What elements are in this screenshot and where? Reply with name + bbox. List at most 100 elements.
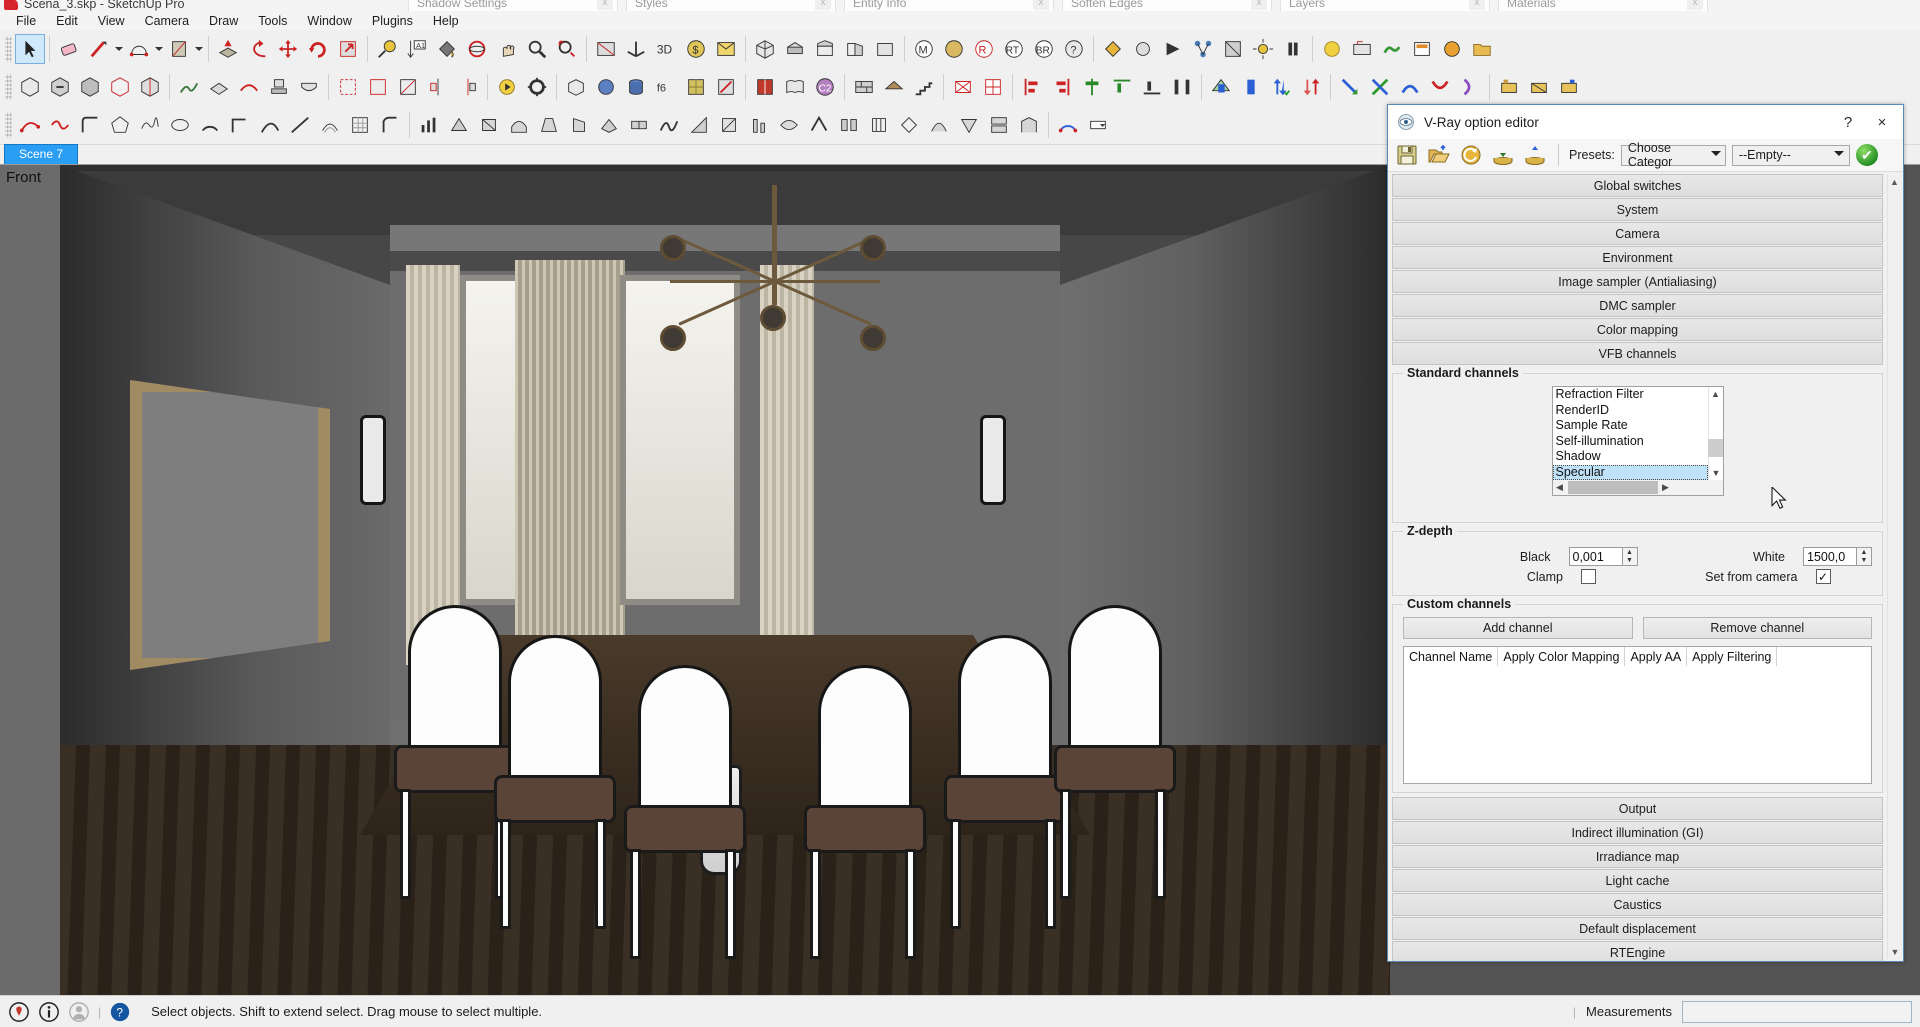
book-library[interactable] xyxy=(750,72,780,102)
sandbox-from-contours[interactable] xyxy=(174,72,204,102)
help-tool[interactable]: ? xyxy=(1059,34,1089,64)
style-shaded[interactable] xyxy=(939,34,969,64)
component-mirror[interactable] xyxy=(453,72,483,102)
tool-section-plane[interactable] xyxy=(591,34,621,64)
texture-remove[interactable] xyxy=(711,72,741,102)
black-input[interactable] xyxy=(1569,547,1622,566)
spinner-up-icon[interactable]: ▲ xyxy=(1857,548,1871,557)
spinner-down-icon[interactable]: ▼ xyxy=(1857,557,1871,566)
chart-bars[interactable] xyxy=(414,110,444,140)
vray-grid-red[interactable] xyxy=(978,72,1008,102)
solid-subtract[interactable] xyxy=(45,72,75,102)
account-icon[interactable] xyxy=(68,1001,90,1023)
tool-rotate[interactable] xyxy=(303,34,333,64)
tool-zoom-extents[interactable] xyxy=(552,34,582,64)
rollup-environment[interactable]: Environment xyxy=(1392,246,1883,269)
info-icon[interactable] xyxy=(38,1001,60,1023)
rollup-camera[interactable]: Camera xyxy=(1392,222,1883,245)
style-render[interactable]: R xyxy=(969,34,999,64)
tool-dimension[interactable]: A1 xyxy=(402,34,432,64)
solid-shape-15[interactable] xyxy=(864,110,894,140)
menu-tools[interactable]: Tools xyxy=(248,12,297,30)
solid-trim[interactable] xyxy=(105,72,135,102)
apply-green-check-icon[interactable]: ✔ xyxy=(1856,144,1878,166)
list-item[interactable]: Shadow xyxy=(1553,449,1708,465)
solid-shape-10[interactable] xyxy=(714,110,744,140)
black-spinner[interactable]: ▲ ▼ xyxy=(1569,547,1638,566)
close-icon[interactable]: x xyxy=(1687,0,1703,10)
shape-sphere[interactable] xyxy=(591,72,621,102)
rollup-color-mapping[interactable]: Color mapping xyxy=(1392,318,1883,341)
dialog-vertical-scrollbar[interactable]: ▲ ▼ xyxy=(1887,174,1901,959)
tool-rectangle[interactable] xyxy=(164,34,194,64)
list-item[interactable]: Self-illumination xyxy=(1553,434,1708,450)
listbox-horizontal-scrollbar[interactable]: ◀ ▶ xyxy=(1553,480,1708,495)
diag-arrow-blue[interactable] xyxy=(1335,72,1365,102)
align-distribute-black[interactable] xyxy=(1167,72,1197,102)
help-icon[interactable]: ? xyxy=(109,1001,131,1023)
toolbar-grip[interactable] xyxy=(5,112,12,138)
curve-arrow-red[interactable] xyxy=(1425,72,1455,102)
scene-tab-scene-7[interactable]: Scene 7 xyxy=(4,144,78,164)
bezier-curve-2[interactable] xyxy=(45,110,75,140)
solid-intersect[interactable] xyxy=(75,72,105,102)
vray-proxy[interactable] xyxy=(1218,34,1248,64)
solid-shape-7[interactable] xyxy=(624,110,654,140)
polygon-tool[interactable] xyxy=(105,110,135,140)
geo-location-icon[interactable] xyxy=(8,1001,30,1023)
tool-select[interactable] xyxy=(15,34,45,64)
tool-pushpull[interactable] xyxy=(213,34,243,64)
book-open[interactable] xyxy=(780,72,810,102)
solid-shape-5[interactable] xyxy=(564,110,594,140)
tool-model-info[interactable] xyxy=(711,34,741,64)
round-corner[interactable] xyxy=(75,110,105,140)
scroll-left-icon[interactable]: ◀ xyxy=(1553,482,1567,493)
menu-window[interactable]: Window xyxy=(297,12,361,30)
set-from-camera-checkbox[interactable]: ✓ xyxy=(1816,569,1831,584)
curve-arrow-blue[interactable] xyxy=(1395,72,1425,102)
spline-tool[interactable] xyxy=(255,110,285,140)
arch-roof[interactable] xyxy=(879,72,909,102)
tool-followme[interactable] xyxy=(243,34,273,64)
view-back[interactable] xyxy=(870,34,900,64)
vray-light-gen[interactable] xyxy=(1128,34,1158,64)
custom-channels-table[interactable]: Channel Name Apply Color Mapping Apply A… xyxy=(1403,646,1872,784)
chevron-down-icon[interactable] xyxy=(194,34,204,64)
layer-orange[interactable] xyxy=(1407,34,1437,64)
mesh-tool[interactable] xyxy=(345,110,375,140)
shape-f6[interactable]: f6 xyxy=(651,72,681,102)
sandbox-stamp[interactable] xyxy=(264,72,294,102)
remove-channel-button[interactable]: Remove channel xyxy=(1643,617,1873,639)
align-top-green[interactable] xyxy=(1107,72,1137,102)
freehand-tool[interactable] xyxy=(135,110,165,140)
rollup-vfb-channels[interactable]: VFB channels xyxy=(1392,342,1883,365)
component-yellow-3[interactable] xyxy=(1554,72,1584,102)
scroll-thumb[interactable] xyxy=(1568,481,1658,494)
save-preset-icon[interactable] xyxy=(1522,143,1548,167)
rollup-image-sampler[interactable]: Image sampler (Antialiasing) xyxy=(1392,270,1883,293)
revert-icon[interactable] xyxy=(1458,143,1484,167)
solid-union[interactable] xyxy=(15,72,45,102)
menu-plugins[interactable]: Plugins xyxy=(362,12,423,30)
list-item[interactable]: Sample Rate xyxy=(1553,418,1708,434)
load-preset-icon[interactable] xyxy=(1490,143,1516,167)
solid-shape-9[interactable] xyxy=(684,110,714,140)
arch-wall[interactable] xyxy=(849,72,879,102)
menu-view[interactable]: View xyxy=(88,12,135,30)
tool-zoom[interactable] xyxy=(522,34,552,64)
tool-arc[interactable] xyxy=(124,34,154,64)
column-header-channel-name[interactable]: Channel Name xyxy=(1404,647,1498,666)
vray-network[interactable] xyxy=(1188,34,1218,64)
arrow-down-red[interactable] xyxy=(1296,72,1326,102)
solid-shape-18[interactable] xyxy=(954,110,984,140)
component-select[interactable] xyxy=(333,72,363,102)
vray-render[interactable] xyxy=(1158,34,1188,64)
align-right-red[interactable] xyxy=(1047,72,1077,102)
toolbar-grip[interactable] xyxy=(5,74,12,100)
close-icon[interactable]: x xyxy=(597,0,613,10)
list-item-selected[interactable]: Specular xyxy=(1553,465,1708,481)
spinner-up-icon[interactable]: ▲ xyxy=(1623,548,1637,557)
chevron-down-icon[interactable] xyxy=(114,34,124,64)
solid-shape-13[interactable] xyxy=(804,110,834,140)
open-folder-icon[interactable] xyxy=(1426,143,1452,167)
